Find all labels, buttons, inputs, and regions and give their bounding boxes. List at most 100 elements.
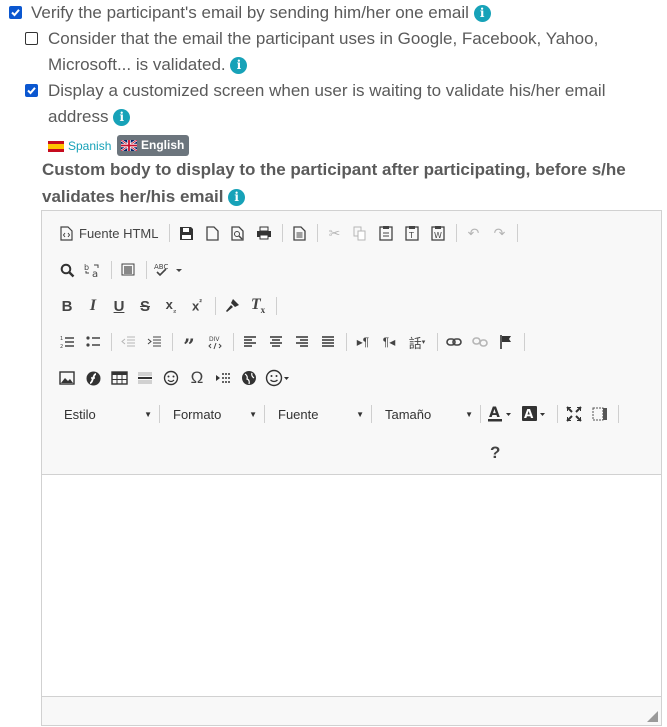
unlink-icon[interactable] xyxy=(469,331,491,353)
svg-text:2: 2 xyxy=(60,344,63,349)
create-div-icon[interactable]: DIV xyxy=(204,331,226,353)
text-color-icon[interactable]: A xyxy=(486,403,516,425)
custom-screen-option: Display a customized screen when user is… xyxy=(48,78,648,130)
custom-body-heading: Custom body to display to the participan… xyxy=(42,156,642,210)
source-html-label: Fuente HTML xyxy=(79,225,159,241)
horizontal-line-icon[interactable] xyxy=(134,367,156,389)
copy-icon[interactable] xyxy=(349,222,371,244)
spain-flag-icon xyxy=(48,141,64,152)
info-icon[interactable]: i xyxy=(228,189,246,206)
style-dropdown[interactable]: Estilo ▼ xyxy=(56,403,156,425)
toolbar-separator xyxy=(317,224,319,242)
toolbar-separator xyxy=(557,405,558,423)
outdent-icon[interactable] xyxy=(117,331,139,353)
info-icon[interactable]: i xyxy=(113,109,131,126)
align-center-icon[interactable] xyxy=(265,331,287,353)
print-icon[interactable] xyxy=(253,222,275,244)
special-char-icon[interactable]: Ω xyxy=(186,367,208,389)
align-left-icon[interactable] xyxy=(239,331,261,353)
editor-content-area[interactable] xyxy=(42,475,661,696)
language-spanish-label: Spanish xyxy=(68,139,112,153)
svg-text:b: b xyxy=(84,263,89,272)
bold-icon[interactable]: B xyxy=(56,295,78,317)
underline-icon[interactable]: U xyxy=(108,295,130,317)
maximize-icon[interactable] xyxy=(563,403,585,425)
new-page-icon[interactable] xyxy=(201,222,223,244)
help-button[interactable]: ? xyxy=(490,443,500,463)
templates-icon[interactable] xyxy=(288,222,310,244)
toolbar-separator xyxy=(159,405,160,423)
numbered-list-icon[interactable]: 12 xyxy=(56,331,78,353)
save-icon[interactable] xyxy=(175,222,197,244)
text-direction-rtl-icon[interactable]: ¶◂ xyxy=(378,331,400,353)
language-spanish-tab[interactable]: Spanish xyxy=(48,136,111,156)
indent-icon[interactable] xyxy=(143,331,165,353)
custom-screen-checkbox[interactable] xyxy=(25,84,38,97)
align-justify-icon[interactable] xyxy=(317,331,339,353)
emoji-icon[interactable] xyxy=(264,367,292,389)
flash-icon[interactable] xyxy=(82,367,104,389)
italic-icon[interactable]: I xyxy=(82,295,104,317)
paste-icon[interactable] xyxy=(375,222,397,244)
link-icon[interactable] xyxy=(443,331,465,353)
page-break-icon[interactable] xyxy=(212,367,234,389)
format-dropdown[interactable]: Formato ▼ xyxy=(165,403,261,425)
source-html-button[interactable]: Fuente HTML xyxy=(56,222,162,244)
smiley-icon[interactable] xyxy=(160,367,182,389)
cut-icon[interactable]: ✂ xyxy=(323,222,345,244)
size-dropdown[interactable]: Tamaño ▼ xyxy=(377,403,477,425)
copy-formatting-icon[interactable] xyxy=(221,295,243,317)
table-icon[interactable] xyxy=(108,367,130,389)
toolbar-separator xyxy=(437,333,438,351)
anchor-flag-icon[interactable] xyxy=(495,331,517,353)
font-dropdown[interactable]: Fuente ▼ xyxy=(270,403,368,425)
toolbar-row-document: Fuente HTML ✂ T W ↶ ↷ xyxy=(56,222,523,244)
svg-text:T: T xyxy=(408,231,414,240)
undo-icon[interactable]: ↶ xyxy=(462,222,484,244)
info-icon[interactable]: i xyxy=(230,57,248,74)
bulleted-list-icon[interactable] xyxy=(82,331,104,353)
toolbar-row-styles: Estilo ▼ Formato ▼ Fuente ▼ Tamaño ▼ A A xyxy=(56,403,624,425)
remove-format-icon[interactable]: Tx xyxy=(247,295,269,317)
image-icon[interactable] xyxy=(56,367,78,389)
text-direction-ltr-icon[interactable]: ▸¶ xyxy=(352,331,374,353)
source-icon xyxy=(60,225,73,241)
blockquote-icon[interactable]: ” xyxy=(178,331,200,356)
superscript-icon[interactable]: x² xyxy=(186,295,208,317)
font-dropdown-label: Fuente xyxy=(278,406,319,422)
check-icon xyxy=(11,9,20,17)
toolbar-separator xyxy=(172,333,173,351)
redo-icon[interactable]: ↷ xyxy=(488,222,510,244)
toolbar-row-insert: Ω xyxy=(56,367,296,389)
language-english-tab[interactable]: English xyxy=(117,135,190,156)
svg-text:1: 1 xyxy=(60,336,63,342)
resize-handle-icon[interactable] xyxy=(647,711,658,722)
spellcheck-icon[interactable]: ABC xyxy=(152,259,186,281)
verify-email-label: Verify the participant's email by sendin… xyxy=(31,3,469,22)
consider-validated-checkbox[interactable] xyxy=(25,32,38,45)
uk-flag-icon xyxy=(121,140,137,151)
align-right-icon[interactable] xyxy=(291,331,313,353)
iframe-globe-icon[interactable] xyxy=(238,367,260,389)
show-blocks-icon[interactable] xyxy=(589,403,611,425)
consider-validated-option: Consider that the email the participant … xyxy=(48,26,648,78)
toolbar-separator xyxy=(282,224,284,242)
strikethrough-icon[interactable]: S xyxy=(134,295,156,317)
paste-word-icon[interactable]: W xyxy=(427,222,449,244)
replace-icon[interactable]: ba xyxy=(82,259,104,281)
subscript-icon[interactable]: x₂ xyxy=(160,295,182,317)
find-icon[interactable] xyxy=(56,259,78,281)
svg-text:DIV: DIV xyxy=(209,336,220,343)
background-color-icon[interactable]: A xyxy=(520,403,550,425)
info-icon[interactable]: i xyxy=(473,5,491,22)
select-all-icon[interactable] xyxy=(117,259,139,281)
custom-screen-label: Display a customized screen when user is… xyxy=(48,81,606,126)
verify-email-checkbox[interactable] xyxy=(9,6,22,19)
toolbar-separator xyxy=(233,333,234,351)
preview-icon[interactable] xyxy=(227,222,249,244)
paste-text-icon[interactable]: T xyxy=(401,222,423,244)
toolbar-separator xyxy=(346,333,347,351)
language-icon[interactable]: 話 ▾ xyxy=(404,331,430,353)
language-english-label: English xyxy=(141,138,185,152)
size-dropdown-label: Tamaño xyxy=(385,406,432,422)
